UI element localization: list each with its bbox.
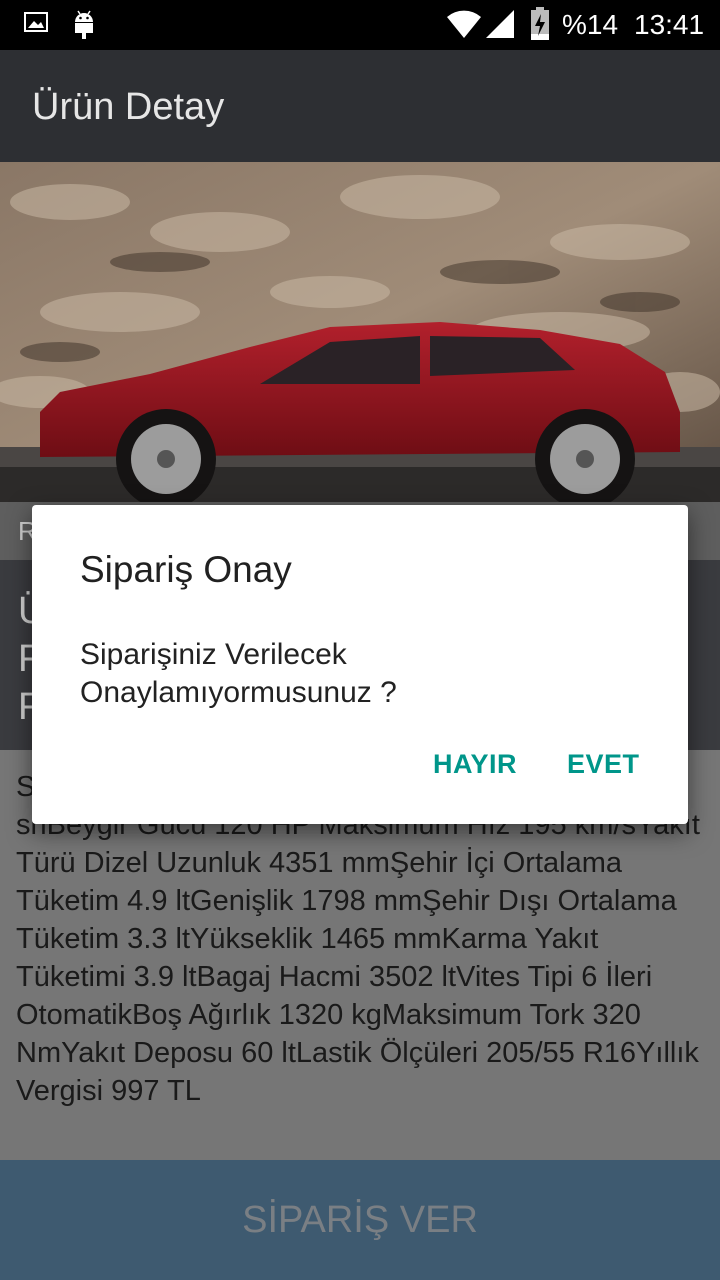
clock: 13:41 (634, 9, 705, 40)
app-bar: Ürün Detay (0, 50, 720, 162)
order-confirm-dialog: Sipariş Onay Siparişiniz Verilecek Onayl… (32, 505, 688, 824)
wifi-icon (446, 8, 482, 45)
dialog-title: Sipariş Onay (80, 549, 292, 590)
order-button-label: SİPARİŞ VER (242, 1198, 478, 1241)
android-notification-icon (72, 8, 96, 45)
gallery-notification-icon (24, 10, 48, 39)
product-image (0, 162, 720, 502)
cell-signal-icon (486, 8, 516, 45)
battery-percentage: %14 (562, 9, 619, 40)
yes-button[interactable]: EVET (567, 749, 640, 780)
page-title: Ürün Detay (32, 86, 225, 128)
order-button[interactable]: SİPARİŞ VER (0, 1160, 720, 1280)
battery-charging-icon (530, 7, 550, 46)
status-bar: %14 13:41 (0, 0, 720, 50)
dialog-message: Siparişiniz Verilecek Onaylamıyormusunuz… (80, 638, 397, 709)
no-button[interactable]: HAYIR (433, 749, 517, 780)
